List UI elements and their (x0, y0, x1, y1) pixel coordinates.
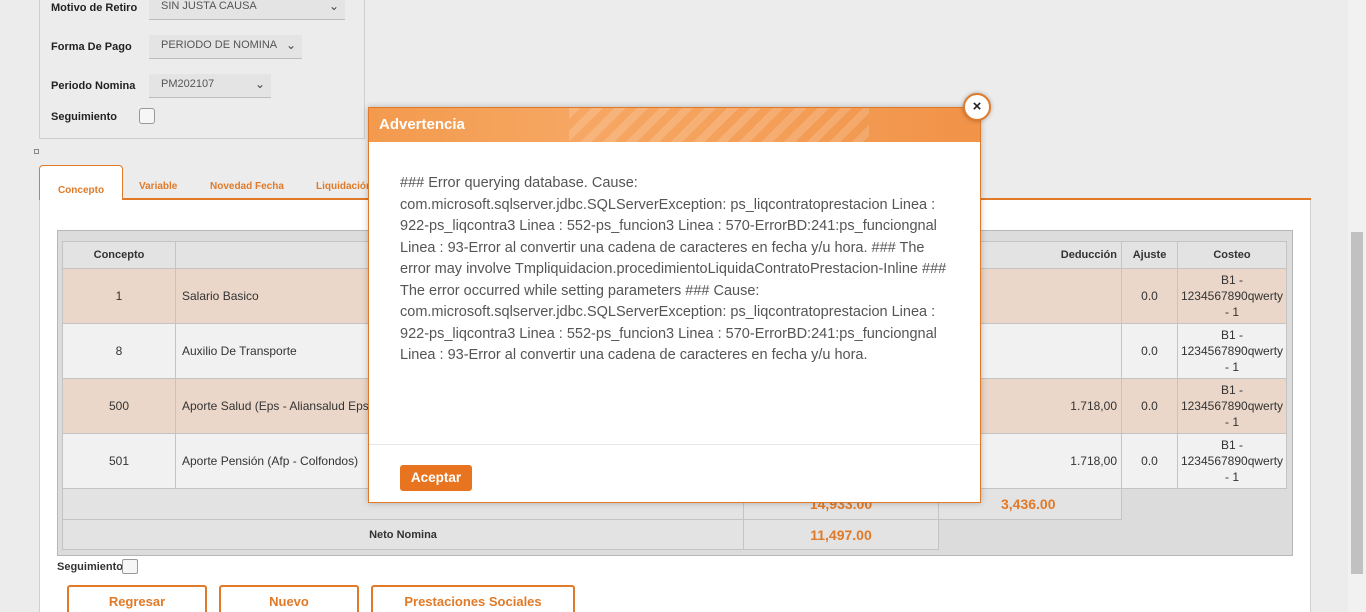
costeo-line: B1 - (1220, 438, 1243, 452)
header-ajuste: Ajuste (1122, 241, 1178, 269)
dialog-header: Advertencia (369, 108, 980, 142)
table-row-costeo: B1 - 1234567890qwerty - 1 (1178, 269, 1287, 324)
prestaciones-sociales-button[interactable]: Prestaciones Sociales (371, 585, 575, 612)
error-message: ### Error querying database. Cause: com.… (400, 175, 947, 363)
chevron-down-icon: ⌄ (328, 0, 339, 13)
table-row-concepto[interactable]: 1 (62, 269, 176, 324)
costeo-line: - 1 (1224, 415, 1239, 429)
scrollbar-thumb[interactable] (1351, 232, 1363, 574)
costeo-line: - 1 (1224, 360, 1239, 374)
neto-label: Neto Nomina (62, 520, 744, 550)
table-row-costeo: B1 - 1234567890qwerty - 1 (1178, 379, 1287, 434)
chevron-down-icon: ⌄ (254, 77, 265, 91)
periodo-value: PM202107 (161, 78, 215, 90)
forma-pago-select[interactable]: PERIODO DE NOMINA ⌄ (149, 35, 302, 59)
motivo-select[interactable]: SIN JUSTA CAUSA ⌄ (149, 0, 345, 20)
table-row-costeo: B1 - 1234567890qwerty - 1 (1178, 324, 1287, 379)
nuevo-button[interactable]: Nuevo (219, 585, 359, 612)
chevron-down-icon: ⌄ (285, 38, 296, 52)
costeo-line: 1234567890qwerty (1180, 289, 1284, 303)
aceptar-button[interactable]: Aceptar (400, 465, 472, 491)
table-row-costeo: B1 - 1234567890qwerty - 1 (1178, 434, 1287, 489)
seguimiento-label-2: Seguimiento (57, 561, 124, 573)
periodo-label: Periodo Nomina (51, 80, 136, 92)
motivo-value: SIN JUSTA CAUSA (161, 0, 257, 12)
table-row-concepto[interactable]: 8 (62, 324, 176, 379)
table-row-ajuste: 0.0 (1122, 324, 1178, 379)
table-row-ajuste: 0.0 (1122, 269, 1178, 324)
tab-concepto[interactable]: Concepto (39, 165, 123, 200)
costeo-line: 1234567890qwerty (1180, 399, 1284, 413)
table-row-concepto[interactable]: 501 (62, 434, 176, 489)
seguimiento-label: Seguimiento (51, 111, 118, 123)
motivo-label: Motivo de Retiro (51, 2, 138, 14)
costeo-line: B1 - (1220, 328, 1243, 342)
costeo-line: B1 - (1220, 383, 1243, 397)
seguimiento-checkbox-2[interactable] (122, 559, 138, 574)
dialog-title: Advertencia (379, 116, 465, 133)
forma-pago-value: PERIODO DE NOMINA (161, 39, 278, 51)
tab-variable[interactable]: Variable (139, 181, 177, 192)
close-icon[interactable]: × (963, 93, 991, 121)
header-concepto: Concepto (62, 241, 176, 269)
costeo-line: - 1 (1224, 470, 1239, 484)
small-marker (34, 149, 39, 154)
dialog-footer-divider (369, 444, 980, 445)
regresar-button[interactable]: Regresar (67, 585, 207, 612)
header-costeo: Costeo (1178, 241, 1287, 269)
costeo-line: - 1 (1224, 305, 1239, 319)
warning-dialog: Advertencia ### Error querying database.… (368, 107, 981, 503)
periodo-select[interactable]: PM202107 ⌄ (149, 74, 271, 98)
forma-pago-label: Forma De Pago (51, 41, 132, 53)
table-row-ajuste: 0.0 (1122, 434, 1178, 489)
table-row-concepto[interactable]: 500 (62, 379, 176, 434)
costeo-line: 1234567890qwerty (1180, 344, 1284, 358)
costeo-line: 1234567890qwerty (1180, 454, 1284, 468)
tab-liquidacion[interactable]: Liquidación (316, 181, 372, 192)
seguimiento-checkbox[interactable] (139, 108, 155, 124)
table-row-ajuste: 0.0 (1122, 379, 1178, 434)
tab-novedad-fecha[interactable]: Novedad Fecha (210, 181, 284, 192)
header-pattern (569, 108, 869, 142)
costeo-line: B1 - (1220, 273, 1243, 287)
neto-value: 11,497.00 (744, 520, 939, 550)
